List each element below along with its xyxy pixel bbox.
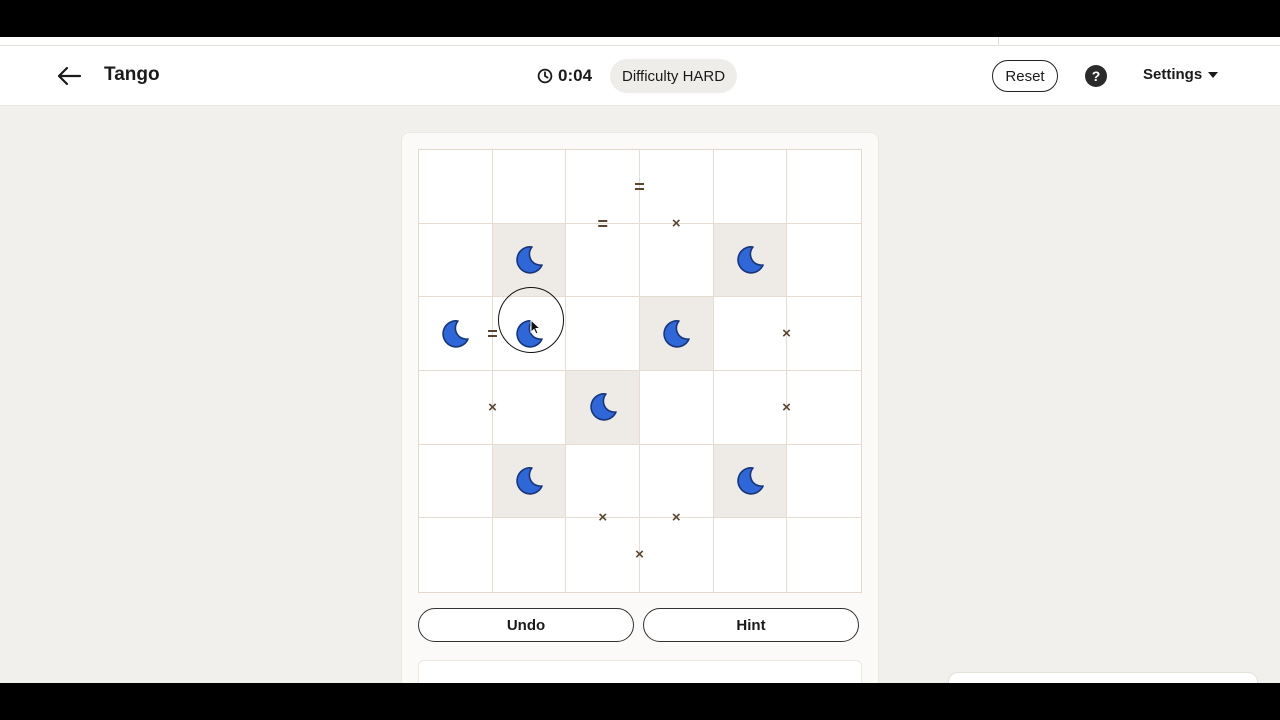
board-cell[interactable] [787, 444, 861, 519]
board-cell[interactable] [492, 150, 567, 224]
reset-button[interactable]: Reset [992, 60, 1058, 92]
board-cell[interactable] [566, 150, 640, 224]
floating-card [948, 672, 1258, 683]
opposite-constraint: × [782, 398, 791, 416]
page-title: Tango [104, 64, 160, 85]
clock-icon [537, 68, 553, 84]
game-panel: = = × = × × × × × × Undo Hint [401, 132, 879, 683]
opposite-constraint: × [635, 545, 644, 563]
board-cell [492, 223, 567, 298]
opposite-constraint: × [671, 509, 681, 526]
board-cell [492, 444, 567, 519]
hint-button[interactable]: Hint [643, 608, 859, 642]
board-cell[interactable] [566, 444, 640, 519]
board-cell[interactable] [566, 518, 640, 592]
opposite-constraint: × [488, 398, 497, 416]
equal-constraint: = [597, 213, 608, 234]
board-cell[interactable] [787, 223, 861, 298]
board-cell[interactable] [419, 223, 493, 298]
caret-down-icon [1208, 71, 1219, 78]
app-viewport: Tango 0:04 Difficulty HARD Reset ? Setti… [0, 37, 1280, 683]
game-header: Tango 0:04 Difficulty HARD Reset ? Setti… [0, 46, 1280, 106]
board-cell[interactable] [419, 150, 493, 224]
moon-icon [737, 467, 764, 495]
top-strip [0, 37, 1280, 46]
board-actions: Undo Hint [418, 608, 860, 642]
board-cell[interactable] [492, 370, 567, 445]
settings-menu[interactable]: Settings [1143, 66, 1219, 83]
board-cell[interactable] [566, 297, 640, 371]
board-grid [419, 150, 861, 592]
game-board: = = × = × × × × × × [418, 149, 862, 593]
moon-icon [516, 319, 543, 348]
board-cell[interactable] [492, 297, 567, 371]
board-cell[interactable] [419, 370, 493, 445]
arrow-left-icon [57, 66, 82, 86]
moon-icon [516, 246, 543, 274]
board-cell[interactable] [566, 223, 640, 298]
board-cell[interactable] [419, 518, 493, 592]
board-cell[interactable] [419, 297, 493, 371]
board-cell[interactable] [713, 518, 788, 592]
board-cell[interactable] [787, 518, 861, 592]
moon-icon [663, 319, 691, 348]
board-cell[interactable] [639, 518, 714, 592]
board-cell[interactable] [713, 150, 788, 224]
board-cell[interactable] [787, 370, 861, 445]
moon-icon [589, 393, 617, 421]
moon-icon [442, 319, 470, 348]
opposite-constraint: × [782, 325, 791, 343]
board-cell[interactable] [639, 444, 714, 519]
help-icon[interactable]: ? [1085, 65, 1107, 87]
board-cell [566, 370, 640, 445]
board-cell[interactable] [713, 297, 788, 371]
opposite-constraint: × [598, 509, 608, 526]
board-cell[interactable] [787, 297, 861, 371]
opposite-constraint: × [671, 215, 681, 232]
info-panel [418, 660, 862, 683]
board-cell[interactable] [713, 370, 788, 445]
board-cell[interactable] [492, 518, 567, 592]
equal-constraint: = [634, 176, 645, 197]
equal-constraint: = [487, 323, 498, 344]
board-cell[interactable] [419, 444, 493, 519]
timer-value: 0:04 [558, 66, 593, 85]
board-cell[interactable] [639, 370, 714, 445]
board-cell [713, 223, 788, 298]
difficulty-badge: Difficulty HARD [610, 59, 738, 93]
settings-label: Settings [1143, 66, 1203, 83]
back-button[interactable] [54, 62, 84, 90]
moon-icon [737, 246, 764, 274]
undo-button[interactable]: Undo [418, 608, 634, 642]
moon-icon [516, 467, 543, 495]
board-cell[interactable] [639, 150, 714, 224]
board-cell [713, 444, 788, 519]
game-timer: 0:04 [537, 66, 592, 86]
board-cell [639, 297, 714, 371]
board-cell[interactable] [787, 150, 861, 224]
board-cell[interactable] [639, 223, 714, 298]
